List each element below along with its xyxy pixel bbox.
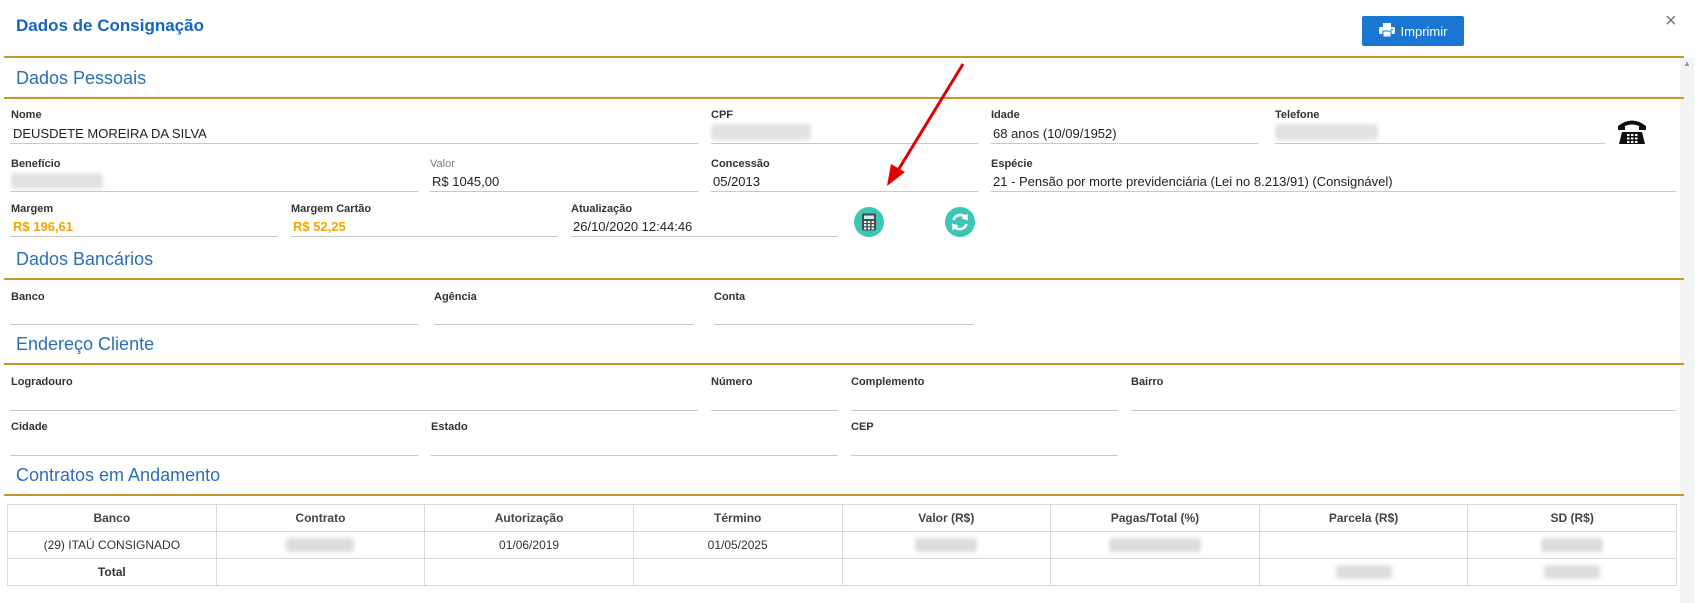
bairro-field [1131, 410, 1676, 411]
col-valor[interactable]: Valor (R$) [841, 504, 1052, 532]
agencia-label: Agência [434, 291, 477, 303]
col-autorizacao[interactable]: Autorização [424, 504, 634, 532]
concessao-value: 05/2013 [713, 174, 760, 189]
print-button[interactable]: Imprimir [1362, 16, 1464, 46]
divider [4, 278, 1684, 280]
col-parcela[interactable]: Parcela (R$) [1258, 504, 1469, 532]
beneficio-label: Benefício [11, 158, 61, 170]
cep-label: CEP [851, 421, 874, 433]
valor-value: R$ 1045,00 [432, 174, 500, 189]
cell-valor [841, 531, 1052, 559]
conta-field [714, 324, 974, 325]
margem-label: Margem [11, 203, 54, 215]
cpf-redacted [711, 124, 811, 140]
close-icon[interactable]: × [1665, 10, 1677, 33]
nome-value: DEUSDETE MOREIRA DA SILVA [13, 126, 207, 141]
numero-field [711, 410, 838, 411]
numero-label: Número [711, 376, 753, 388]
cidade-label: Cidade [11, 421, 48, 433]
cell-sd [1467, 531, 1677, 559]
section-title-contracts: Contratos em Andamento [16, 465, 221, 485]
cell-parcela [1258, 531, 1469, 559]
conta-label: Conta [714, 291, 746, 303]
table-total-row: Total [7, 558, 1677, 586]
table-row[interactable]: (29) ITAÚ CONSIGNADO 01/06/2019 01/05/20… [7, 531, 1677, 559]
agencia-field [434, 324, 694, 325]
section-title-address: Endereço Cliente [16, 334, 155, 354]
estado-field [431, 455, 838, 456]
estado-label: Estado [431, 421, 468, 433]
col-banco[interactable]: Banco [7, 504, 217, 532]
cell-autorizacao: 01/06/2019 [424, 531, 634, 559]
valor-field [430, 191, 698, 192]
table-header-row: Banco Contrato Autorização Término Valor… [7, 504, 1677, 532]
cidade-field [10, 455, 418, 456]
nome-label: Nome [11, 109, 42, 121]
especie-label: Espécie [991, 158, 1033, 170]
cpf-label: CPF [711, 109, 733, 121]
banco-field [10, 324, 418, 325]
divider [4, 494, 1684, 496]
print-button-label: Imprimir [1400, 23, 1448, 39]
col-sd[interactable]: SD (R$) [1467, 504, 1677, 532]
atualizacao-field [571, 236, 838, 237]
section-title-bank: Dados Bancários [16, 249, 154, 269]
concessao-field [711, 191, 978, 192]
contracts-table: Banco Contrato Autorização Término Valor… [7, 504, 1677, 586]
refresh-icon[interactable] [945, 207, 975, 237]
margem-cartao-value: R$ 52,25 [293, 219, 346, 234]
beneficio-redacted [11, 173, 103, 189]
idade-value: 68 anos (10/09/1952) [993, 126, 1117, 141]
cell-contrato [215, 531, 426, 559]
margem-field [10, 236, 278, 237]
especie-value: 21 - Pensão por morte previdenciária (Le… [993, 174, 1393, 189]
cell-total-parcela [1258, 558, 1469, 586]
bairro-label: Bairro [1131, 376, 1164, 388]
valor-label: Valor [430, 158, 455, 170]
complemento-field [851, 410, 1118, 411]
cep-field [851, 455, 1118, 456]
complemento-label: Complemento [851, 376, 925, 388]
telefone-label: Telefone [1275, 109, 1320, 121]
idade-label: Idade [991, 109, 1020, 121]
printer-icon [1378, 22, 1395, 40]
calculator-icon[interactable] [854, 207, 884, 237]
cell-termino: 01/05/2025 [632, 531, 843, 559]
nome-field [10, 143, 698, 144]
telefone-field [1275, 143, 1605, 144]
beneficio-field [10, 191, 418, 192]
scroll-up-icon[interactable]: ▲ [1680, 58, 1694, 70]
cell-total-sd [1467, 558, 1677, 586]
divider [4, 56, 1684, 58]
margem-cartao-field [291, 236, 558, 237]
annotation-arrow [887, 63, 965, 186]
page-title: Dados de Consignação [16, 16, 204, 35]
divider [4, 363, 1684, 365]
divider [4, 97, 1684, 99]
atualizacao-value: 26/10/2020 12:44:46 [573, 219, 693, 234]
logradouro-label: Logradouro [11, 376, 73, 388]
banco-label: Banco [11, 291, 45, 303]
margem-cartao-label: Margem Cartão [291, 203, 372, 215]
col-termino[interactable]: Término [632, 504, 843, 532]
telefone-redacted [1275, 124, 1378, 140]
concessao-label: Concessão [711, 158, 770, 170]
cell-pagas-total [1050, 531, 1260, 559]
especie-field [991, 191, 1676, 192]
col-pagas-total[interactable]: Pagas/Total (%) [1050, 504, 1260, 532]
cell-total-label: Total [7, 558, 217, 586]
margem-value: R$ 196,61 [13, 219, 73, 234]
logradouro-field [10, 410, 698, 411]
idade-field [991, 143, 1258, 144]
atualizacao-label: Atualização [571, 203, 633, 215]
section-title-personal: Dados Pessoais [16, 68, 147, 88]
cell-banco: (29) ITAÚ CONSIGNADO [7, 531, 217, 559]
scrollbar[interactable] [1680, 58, 1694, 603]
phone-icon[interactable] [1616, 117, 1648, 150]
col-contrato[interactable]: Contrato [215, 504, 426, 532]
